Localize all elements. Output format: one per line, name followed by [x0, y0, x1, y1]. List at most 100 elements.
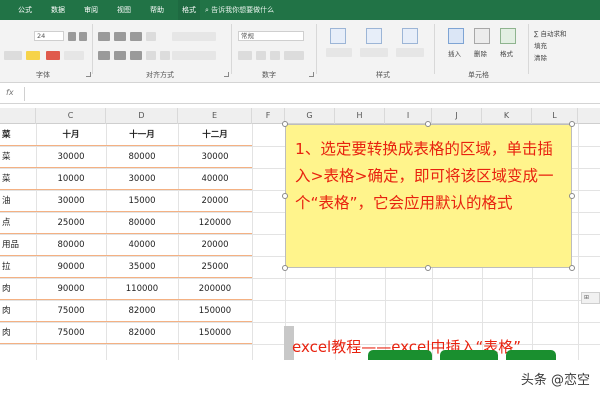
table-cell[interactable]: 110000: [106, 278, 178, 300]
clear-button[interactable]: 清除: [534, 52, 547, 62]
conditional-format-button[interactable]: [326, 48, 352, 57]
align-top-icon[interactable]: [98, 32, 110, 41]
header-cell-oct[interactable]: 十月: [36, 124, 106, 146]
alignment-dialog-launcher[interactable]: [224, 72, 229, 77]
header-cell-dec[interactable]: 十二月: [178, 124, 252, 146]
row-label[interactable]: 肉: [2, 278, 32, 300]
resize-handle[interactable]: [425, 121, 431, 127]
row-label[interactable]: 菜: [2, 168, 32, 190]
table-cell[interactable]: 20000: [178, 234, 252, 256]
table-cell[interactable]: 25000: [36, 212, 106, 234]
resize-handle[interactable]: [282, 265, 288, 271]
table-cell[interactable]: 30000: [36, 146, 106, 168]
table-cell[interactable]: 150000: [178, 300, 252, 322]
header-cell-nov[interactable]: 十一月: [106, 124, 178, 146]
delete-cells-icon[interactable]: [474, 28, 490, 44]
resize-handle[interactable]: [569, 265, 575, 271]
table-cell[interactable]: 40000: [106, 234, 178, 256]
table-cell[interactable]: 90000: [36, 256, 106, 278]
table-cell[interactable]: 30000: [178, 146, 252, 168]
resize-handle[interactable]: [282, 193, 288, 199]
resize-handle[interactable]: [425, 265, 431, 271]
table-cell[interactable]: 82000: [106, 322, 178, 344]
tab-review[interactable]: 审阅: [80, 0, 102, 20]
grow-font-icon[interactable]: [68, 32, 76, 41]
font-dialog-launcher[interactable]: [86, 72, 91, 77]
row-label[interactable]: 油: [2, 190, 32, 212]
table-cell[interactable]: 75000: [36, 322, 106, 344]
column-header-b[interactable]: [0, 108, 36, 124]
autosum-button[interactable]: ∑ 自动求和: [534, 28, 566, 38]
cell-styles-button[interactable]: [396, 48, 424, 57]
percent-icon[interactable]: [256, 51, 266, 60]
tell-me-search[interactable]: ⌕ 告诉我你想要做什么: [205, 4, 274, 17]
align-left-icon[interactable]: [98, 51, 110, 60]
table-cell[interactable]: 25000: [178, 256, 252, 278]
increase-indent-icon[interactable]: [160, 51, 170, 60]
row-label[interactable]: 肉: [2, 322, 32, 344]
table-cell[interactable]: 15000: [106, 190, 178, 212]
wrap-text-button[interactable]: [172, 32, 216, 41]
orientation-icon[interactable]: [146, 32, 156, 41]
table-cell[interactable]: 30000: [106, 168, 178, 190]
row-label[interactable]: 拉: [2, 256, 32, 278]
column-header-j[interactable]: J: [432, 108, 482, 124]
table-cell[interactable]: 10000: [36, 168, 106, 190]
tab-help[interactable]: 帮助: [146, 0, 168, 20]
conditional-format-icon[interactable]: [330, 28, 346, 44]
decrease-indent-icon[interactable]: [146, 51, 156, 60]
font-size-box[interactable]: 24: [34, 31, 64, 41]
column-header-e[interactable]: E: [178, 108, 252, 124]
align-center-icon[interactable]: [114, 51, 126, 60]
table-cell[interactable]: 80000: [106, 212, 178, 234]
table-cell[interactable]: 20000: [178, 190, 252, 212]
quick-analysis-icon[interactable]: ⊞: [581, 292, 600, 304]
table-cell[interactable]: 120000: [178, 212, 252, 234]
decimal-icon[interactable]: [284, 51, 304, 60]
resize-handle[interactable]: [282, 121, 288, 127]
tab-format[interactable]: 格式: [178, 0, 200, 20]
column-header-g[interactable]: G: [285, 108, 335, 124]
format-cells-icon[interactable]: [500, 28, 516, 44]
resize-handle[interactable]: [569, 121, 575, 127]
align-bottom-icon[interactable]: [130, 32, 142, 41]
shrink-font-icon[interactable]: [79, 32, 87, 41]
table-cell[interactable]: 30000: [36, 190, 106, 212]
column-header-c[interactable]: C: [36, 108, 106, 124]
table-cell[interactable]: 80000: [106, 146, 178, 168]
column-header-d[interactable]: D: [106, 108, 178, 124]
delete-cells-button[interactable]: 删除: [474, 48, 487, 58]
column-header-k[interactable]: K: [482, 108, 532, 124]
table-cell[interactable]: 200000: [178, 278, 252, 300]
instruction-textbox[interactable]: 1、选定要转换成表格的区域，单击插入>表格>确定，即可将该区域变成一个“表格”，…: [285, 124, 572, 268]
cell-styles-icon[interactable]: [402, 28, 418, 44]
tab-formulas[interactable]: 公式: [14, 0, 36, 20]
resize-handle[interactable]: [569, 193, 575, 199]
table-cell[interactable]: 82000: [106, 300, 178, 322]
phonetic-icon[interactable]: [64, 51, 84, 60]
number-format-box[interactable]: 常规: [238, 31, 304, 41]
currency-icon[interactable]: [238, 51, 252, 60]
table-cell[interactable]: 150000: [178, 322, 252, 344]
row-label[interactable]: 肉: [2, 300, 32, 322]
number-dialog-launcher[interactable]: [309, 72, 314, 77]
column-header-f[interactable]: F: [252, 108, 285, 124]
row-label[interactable]: 用品: [2, 234, 32, 256]
border-icon[interactable]: [4, 51, 22, 60]
table-cell[interactable]: 40000: [178, 168, 252, 190]
table-cell[interactable]: 75000: [36, 300, 106, 322]
insert-cells-icon[interactable]: [448, 28, 464, 44]
font-color-icon[interactable]: [46, 51, 60, 60]
fx-icon[interactable]: fx: [6, 88, 14, 97]
table-format-icon[interactable]: [366, 28, 382, 44]
table-cell[interactable]: 90000: [36, 278, 106, 300]
fill-color-icon[interactable]: [26, 51, 40, 60]
row-label[interactable]: 点: [2, 212, 32, 234]
format-cells-button[interactable]: 格式: [500, 48, 513, 58]
align-right-icon[interactable]: [130, 51, 142, 60]
row-label[interactable]: 菜: [2, 146, 32, 168]
merge-center-button[interactable]: [172, 51, 216, 60]
tab-view[interactable]: 视图: [113, 0, 135, 20]
table-cell[interactable]: 35000: [106, 256, 178, 278]
comma-icon[interactable]: [270, 51, 280, 60]
